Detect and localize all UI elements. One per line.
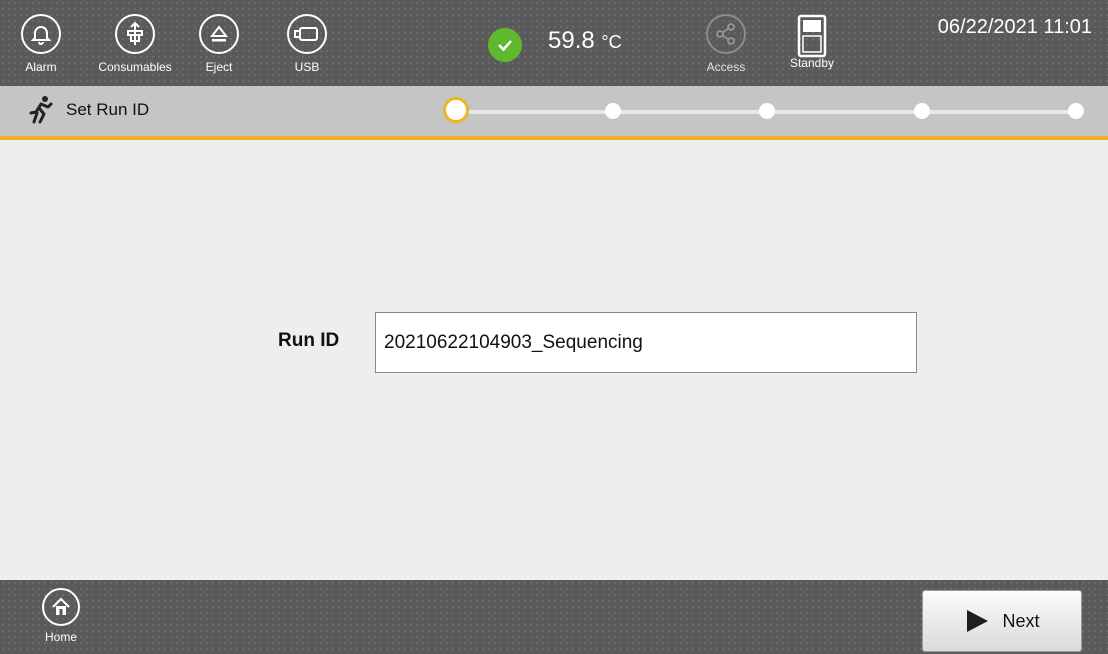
play-arrow-icon — [967, 610, 989, 632]
eject-icon — [199, 14, 239, 54]
datetime: 06/22/2021 11:01 — [937, 16, 1092, 38]
standby-label: Standby — [789, 56, 835, 70]
usb-icon — [287, 14, 327, 54]
step-indicator — [914, 103, 930, 119]
run-id-input[interactable] — [375, 312, 917, 373]
step-indicator — [605, 103, 621, 119]
runner-icon — [28, 95, 54, 130]
access-button[interactable]: Access — [686, 14, 766, 74]
temperature-value: 59.8 — [548, 27, 595, 54]
home-icon — [42, 588, 80, 626]
consumables-button[interactable]: Consumables — [90, 14, 180, 74]
run-id-label: Run ID — [278, 330, 340, 351]
standby-icon — [792, 14, 832, 58]
access-label: Access — [706, 60, 746, 74]
alarm-label: Alarm — [25, 60, 57, 74]
alarm-button[interactable]: Alarm — [0, 14, 86, 74]
share-icon — [706, 14, 746, 54]
usb-button[interactable]: USB — [262, 14, 352, 74]
usb-label: USB — [294, 60, 320, 74]
page-title: Set Run ID — [66, 100, 150, 119]
home-button[interactable]: Home — [36, 588, 86, 644]
status-ok-icon — [488, 28, 522, 62]
consumables-label: Consumables — [98, 60, 172, 74]
eject-label: Eject — [205, 60, 233, 74]
standby-button[interactable]: Standby — [772, 14, 852, 70]
home-label: Home — [44, 630, 77, 644]
bottom-bar: Home Next — [0, 580, 1108, 654]
next-label: Next — [1002, 610, 1040, 631]
bell-icon — [21, 14, 61, 54]
step-indicator — [1068, 103, 1084, 119]
eject-button[interactable]: Eject — [174, 14, 264, 74]
temperature-unit: °C — [601, 32, 622, 52]
next-button[interactable]: Next — [922, 590, 1082, 652]
consumables-icon — [115, 14, 155, 54]
step-indicator-current — [443, 97, 469, 123]
step-indicator — [759, 103, 775, 119]
top-bar: Alarm Consumables Eject USB 59.8 °C Acce… — [0, 0, 1108, 86]
temperature-readout: 59.8 °C — [548, 27, 622, 55]
step-bar: Set Run ID — [0, 86, 1108, 140]
